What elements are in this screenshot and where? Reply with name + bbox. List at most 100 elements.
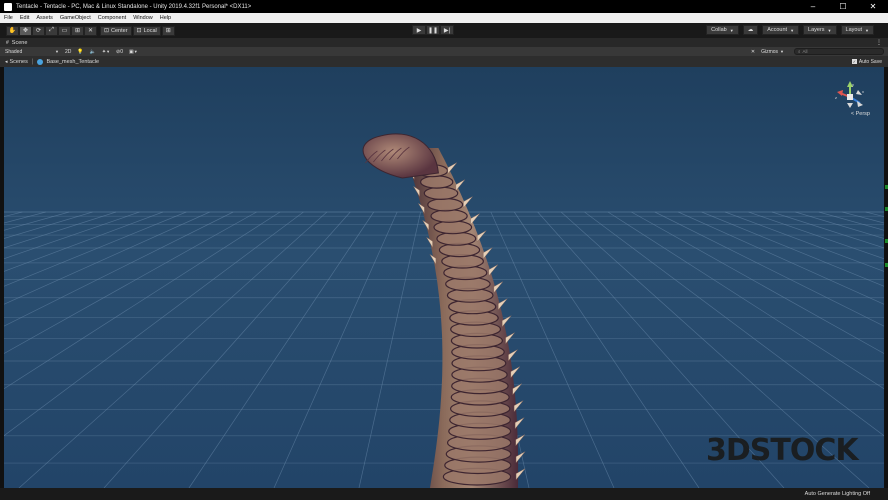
window-title: Tentacle - Tentacle - PC, Mac & Linux St… [16,3,252,10]
watermark-logo: 3DSTOCK [706,433,859,468]
x-axis-cone[interactable] [837,90,843,96]
gizmo-x-label: x [862,89,864,94]
play-controls: ▶ ❚❚ ▶| [412,25,454,35]
scene-icon: # [6,39,9,46]
pivot-local-toggle[interactable]: ⊡ Local [132,25,161,36]
rotate-tool-icon[interactable]: ⟳ [32,25,45,36]
hidden-count: 0 [120,48,124,55]
cloud-button[interactable]: ☁ [742,25,759,35]
pivot-center-label: Center [111,27,128,34]
menu-file[interactable]: File [4,15,13,21]
pivot-center-toggle[interactable]: ⊡ Center [100,25,132,36]
chevron-down-icon: ▼ [780,49,784,54]
right-toolbar: Collab ▼ ☁ Account ▼ Layers ▼ Layout ▼ [702,25,874,35]
tab-menu-icon[interactable]: ⋮ [876,39,882,46]
move-tool-icon[interactable]: ✥ [19,25,32,36]
gizmos-label: Gizmos [761,48,779,55]
rect-tool-icon[interactable]: ▭ [58,25,71,36]
search-icon: ⌕ [798,49,801,54]
transform-tools: ✋ ✥ ⟳ ⤢ ▭ ⊞ ✕ [6,25,97,36]
breadcrumb-scenes-label: Scenes [9,58,28,65]
search-placeholder: All [802,49,808,54]
collab-label: Collab [711,27,727,33]
chevron-down-icon: ▼ [790,27,795,33]
pivot-local-label: Local [143,27,157,34]
scene-search-input[interactable]: ⌕ All [794,48,884,55]
checkbox-icon: ✓ [851,59,857,64]
custom-tool-icon[interactable]: ✕ [84,25,97,36]
local-icon: ⊡ [136,28,142,34]
tools-icon[interactable]: ✕ [751,49,755,55]
scene-canvas [4,133,884,488]
menu-bar: File Edit Assets GameObject Component Wi… [0,13,888,23]
hand-tool-icon[interactable]: ✋ [6,25,19,36]
shading-mode-dropdown[interactable]: Shaded ▼ [5,49,59,55]
tab-scene-label: Scene [11,39,28,46]
menu-window[interactable]: Window [133,15,153,21]
layers-dropdown[interactable]: Layers ▼ [803,25,837,35]
projection-label: Persp [855,111,870,117]
menu-component[interactable]: Component [98,15,126,21]
play-button[interactable]: ▶ [412,25,426,35]
menu-edit[interactable]: Edit [20,15,29,21]
breadcrumb-back[interactable]: ◂ Scenes [5,59,28,65]
autosave-label: Auto Save [858,58,882,65]
breadcrumb-prefab[interactable]: Base_mesh_Tentacle [37,58,100,65]
lightbulb-icon: 💡 [77,48,84,55]
audio-toggle[interactable]: 🔈 [90,49,96,55]
hidden-objects-toggle[interactable]: ⊘ 0 [116,49,123,55]
gizmo-y-label: y [852,82,854,87]
projection-toggle[interactable]: < Persp [851,111,870,117]
chevron-down-icon: ▼ [865,27,869,33]
2d-toggle[interactable]: 2D [65,49,71,55]
step-button[interactable]: ▶| [440,25,454,35]
menu-gameobject[interactable]: GameObject [60,15,91,21]
lighting-toggle[interactable]: 💡 [77,49,83,55]
chevron-down-icon: ▼ [106,49,111,54]
snap-icon: ⊞ [165,28,171,34]
scene-tab-bar: # Scene ⋮ [0,38,888,47]
gizmo-z-label: z [835,95,837,100]
gizmo-center[interactable] [847,94,853,100]
scale-tool-icon[interactable]: ⤢ [45,25,58,36]
pause-button[interactable]: ❚❚ [426,25,440,35]
2d-label: 2D [65,48,72,55]
menu-help[interactable]: Help [160,15,171,21]
breadcrumb-separator: | [31,58,34,65]
chevron-down-icon: ▼ [133,49,138,54]
layout-dropdown[interactable]: Layout ▼ [840,25,874,35]
account-dropdown[interactable]: Account ▼ [762,25,800,35]
back-arrow-icon: ◂ [5,58,8,65]
tentacle-mesh[interactable] [362,133,526,488]
title-bar: Tentacle - Tentacle - PC, Mac & Linux St… [0,0,888,13]
cloud-icon: ☁ [747,27,754,33]
menu-assets[interactable]: Assets [36,15,53,21]
snap-button[interactable]: ⊞ [161,25,175,36]
shading-mode-label: Shaded [5,48,23,55]
camera-dropdown[interactable]: ▣ ▼ [129,49,138,55]
prefab-icon [37,58,44,65]
minimize-button[interactable]: – [798,0,828,13]
transform-tool-icon[interactable]: ⊞ [71,25,84,36]
status-bar: Auto Generate Lighting Off [0,488,888,500]
autosave-toggle[interactable]: ✓ Auto Save [851,58,882,65]
window-controls: – ☐ ✕ [798,0,888,13]
chevron-down-icon: ▼ [55,49,59,54]
tab-scene[interactable]: # Scene [6,40,27,46]
collab-dropdown[interactable]: Collab ▼ [706,25,739,35]
scene-viewport[interactable]: y z x < Persp 3DSTOCK [4,67,884,488]
gizmos-dropdown[interactable]: Gizmos ▼ [761,49,784,55]
breadcrumb-prefab-label: Base_mesh_Tentacle [46,58,100,65]
layout-label: Layout [845,27,863,33]
layers-label: Layers [808,27,825,33]
speaker-icon: 🔈 [89,48,96,55]
persp-icon: < [850,111,855,117]
unity-logo-icon [4,2,12,11]
chevron-down-icon: ▼ [729,27,734,33]
main-toolbar: ✋ ✥ ⟳ ⤢ ▭ ⊞ ✕ ⊡ Center ⊡ Local ⊞ ▶ ❚❚ ▶|… [0,23,888,38]
effects-dropdown[interactable]: ✦ ▼ [102,49,110,55]
close-button[interactable]: ✕ [858,0,888,13]
maximize-button[interactable]: ☐ [828,0,858,13]
scene-toolbar: Shaded ▼ 2D 💡 🔈 ✦ ▼ ⊘ 0 ▣ ▼ ✕ Gizmos ▼ ⌕ Al… [0,47,888,56]
prefab-breadcrumb: ◂ Scenes | Base_mesh_Tentacle ✓ Auto Sav… [0,56,888,67]
